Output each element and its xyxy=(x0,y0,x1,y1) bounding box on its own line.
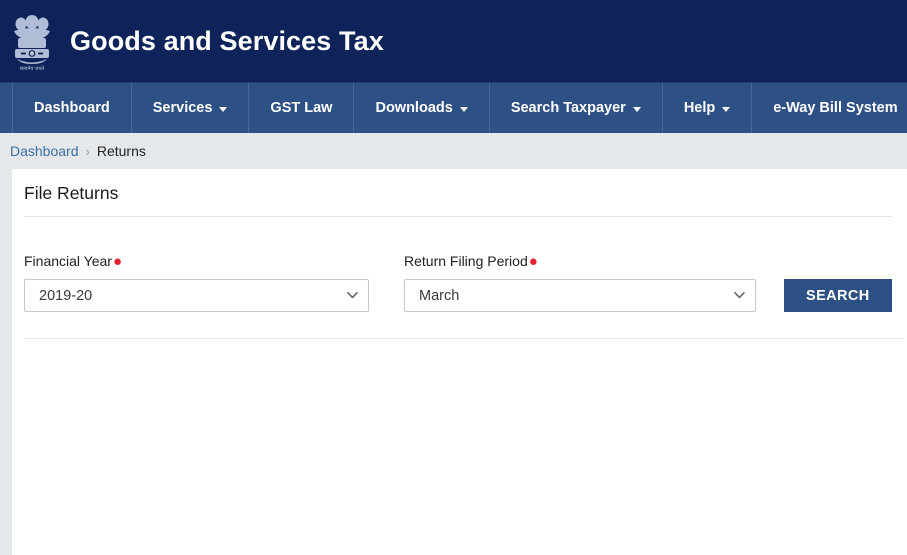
nav-item-eway-bill-system[interactable]: e-Way Bill System xyxy=(752,83,907,133)
financial-year-field: Financial Year● 2017-182018-192019-20202… xyxy=(24,253,369,312)
file-returns-panel: File Returns Financial Year● 2017-182018… xyxy=(12,169,907,555)
breadcrumb-current: Returns xyxy=(96,143,146,159)
breadcrumb-dashboard-link[interactable]: Dashboard xyxy=(10,143,79,159)
required-marker-icon: ● xyxy=(528,253,538,270)
returns-search-form: Financial Year● 2017-182018-192019-20202… xyxy=(12,217,907,312)
search-button[interactable]: SEARCH xyxy=(784,279,892,312)
emblem-motto: सत्यमेव जयते xyxy=(20,65,45,72)
required-marker-icon: ● xyxy=(112,253,123,270)
page-title: Goods and Services Tax xyxy=(70,25,384,56)
chevron-down-icon xyxy=(459,106,468,112)
panel-title: File Returns xyxy=(24,183,119,203)
nav-label: Downloads xyxy=(375,100,453,116)
return-filing-period-field: Return Filing Period● JanuaryFebruaryMar… xyxy=(404,253,756,312)
financial-year-label: Financial Year● xyxy=(24,253,369,269)
content-area: File Returns Financial Year● 2017-182018… xyxy=(0,169,907,555)
financial-year-label-text: Financial Year xyxy=(24,253,112,269)
site-header: सत्यमेव जयते Goods and Services Tax xyxy=(0,0,907,82)
nav-item-search-taxpayer[interactable]: Search Taxpayer xyxy=(490,83,663,133)
india-national-emblem-icon: सत्यमेव जयते xyxy=(14,15,50,72)
chevron-down-icon xyxy=(722,106,731,112)
return-filing-period-label: Return Filing Period● xyxy=(404,253,756,269)
breadcrumb-separator-icon: › xyxy=(85,143,90,159)
nav-label: Help xyxy=(683,100,716,116)
form-bottom-divider xyxy=(24,338,905,339)
nav-item-help[interactable]: Help xyxy=(663,83,753,133)
left-gutter xyxy=(0,169,12,555)
nav-item-gst-law[interactable]: GST Law xyxy=(249,83,355,133)
form-bottom-divider-wrap xyxy=(12,312,907,339)
nav-label: GST Law xyxy=(270,100,333,116)
return-filing-period-select[interactable]: JanuaryFebruaryMarchAprilMayJuneJulyAugu… xyxy=(404,279,756,312)
chevron-down-icon xyxy=(632,106,641,112)
chevron-down-icon xyxy=(219,106,228,112)
main-navigation: Dashboard Services GST Law Downloads Sea… xyxy=(0,82,907,133)
nav-label: e-Way Bill System xyxy=(773,100,898,116)
nav-item-dashboard[interactable]: Dashboard xyxy=(12,83,132,133)
financial-year-select-wrap: 2017-182018-192019-202020-21 xyxy=(24,279,369,312)
nav-label: Services xyxy=(152,100,213,116)
return-filing-period-label-text: Return Filing Period xyxy=(404,253,528,269)
nav-item-services[interactable]: Services xyxy=(132,83,250,133)
return-filing-period-select-wrap: JanuaryFebruaryMarchAprilMayJuneJulyAugu… xyxy=(404,279,756,312)
nav-item-downloads[interactable]: Downloads xyxy=(354,83,490,133)
nav-label: Dashboard xyxy=(34,100,110,116)
nav-label: Search Taxpayer xyxy=(510,100,626,116)
breadcrumb: Dashboard › Returns xyxy=(0,133,907,169)
financial-year-select[interactable]: 2017-182018-192019-202020-21 xyxy=(24,279,369,312)
